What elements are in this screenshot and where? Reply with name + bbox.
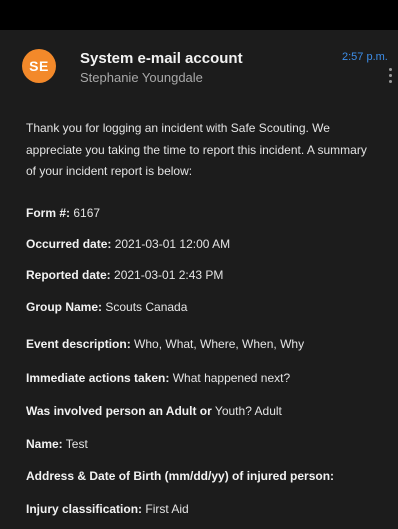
field-label: Occurred date: xyxy=(26,237,112,251)
sender-name[interactable]: System e-mail account xyxy=(80,50,243,67)
field-value: 2021-03-01 12:00 AM xyxy=(111,237,231,251)
field-name: Name: Test xyxy=(26,437,88,451)
field-label: Event description: xyxy=(26,337,131,351)
field-label: Immediate actions taken: xyxy=(26,371,170,385)
field-label: Was involved person an Adult or xyxy=(26,404,212,418)
field-label: Group Name: xyxy=(26,300,103,314)
field-group-name: Group Name: Scouts Canada xyxy=(26,300,187,314)
email-header: SE System e-mail account Stephanie Young… xyxy=(0,30,398,102)
field-value: 2021-03-01 2:43 PM xyxy=(110,268,224,282)
field-immediate-actions: Immediate actions taken: What happened n… xyxy=(26,371,290,385)
more-dot xyxy=(389,74,392,77)
field-label: Form #: xyxy=(26,206,71,220)
field-label: Name: xyxy=(26,437,63,451)
intro-paragraph: Thank you for logging an incident with S… xyxy=(26,121,367,178)
field-value: Who, What, Where, When, Why xyxy=(130,337,305,351)
field-value: Youth? Adult xyxy=(211,404,282,418)
message-timestamp: 2:57 p.m. xyxy=(342,51,388,63)
field-occurred-date: Occurred date: 2021-03-01 12:00 AM xyxy=(26,237,230,251)
field-value: 6167 xyxy=(70,206,101,220)
field-reported-date: Reported date: 2021-03-01 2:43 PM xyxy=(26,268,223,282)
field-label: Reported date: xyxy=(26,268,111,282)
field-value: What happened next? xyxy=(169,371,291,385)
field-value: Scouts Canada xyxy=(102,300,188,314)
field-value: First Aid xyxy=(142,502,189,516)
more-dot xyxy=(389,80,392,83)
status-bar xyxy=(0,0,398,30)
field-label: Address & Date of Birth (mm/dd/yy) of in… xyxy=(26,469,335,483)
field-involved-person-type: Was involved person an Adult or Youth? A… xyxy=(26,404,282,418)
sender-subtitle: Stephanie Youngdale xyxy=(80,70,203,85)
field-address-dob: Address & Date of Birth (mm/dd/yy) of in… xyxy=(26,469,334,483)
email-body: Thank you for logging an incident with S… xyxy=(26,118,376,183)
field-injury-classification: Injury classification: First Aid xyxy=(26,502,189,516)
field-label: Injury classification: xyxy=(26,502,143,516)
sender-avatar[interactable]: SE xyxy=(22,49,56,83)
field-value: Test xyxy=(62,437,88,451)
field-form-number: Form #: 6167 xyxy=(26,206,100,220)
more-vertical-icon[interactable] xyxy=(386,68,396,88)
more-dot xyxy=(389,68,392,71)
field-event-description: Event description: Who, What, Where, Whe… xyxy=(26,337,304,351)
